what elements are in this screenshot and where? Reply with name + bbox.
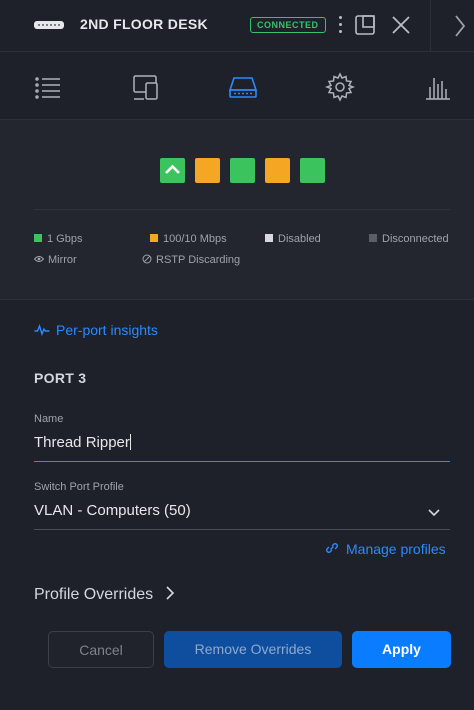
- switch-ports-icon[interactable]: [228, 72, 258, 102]
- square-icon: [265, 234, 273, 242]
- statistics-icon[interactable]: [423, 72, 453, 102]
- apply-button[interactable]: Apply: [352, 631, 451, 668]
- eye-icon: [33, 256, 45, 262]
- legend-100mbps: 100/10 Mbps: [150, 233, 227, 245]
- per-port-insights-link[interactable]: Per-port insights: [34, 322, 158, 338]
- status-badge: CONNECTED: [250, 17, 326, 33]
- square-icon: [34, 234, 42, 242]
- legend-1gbps: 1 Gbps: [34, 233, 82, 245]
- name-input[interactable]: Thread Ripper: [34, 428, 450, 462]
- link-icon: [326, 543, 338, 553]
- divider: [34, 209, 450, 210]
- gear-icon[interactable]: [324, 72, 356, 102]
- list-icon[interactable]: [33, 72, 63, 102]
- chevron-down-icon: [428, 509, 440, 517]
- profile-value: VLAN - Computers (50): [34, 502, 191, 519]
- port-5[interactable]: [300, 158, 325, 183]
- kebab-icon[interactable]: [328, 12, 354, 38]
- pulse-icon: [34, 323, 50, 337]
- port-3[interactable]: [230, 158, 255, 183]
- switch-device-icon: [34, 21, 64, 29]
- switch-port-profile-label: Switch Port Profile: [34, 481, 124, 493]
- profile-overrides-toggle[interactable]: Profile Overrides: [34, 585, 176, 604]
- legend-mirror: Mirror: [33, 254, 77, 266]
- legend-disabled: Disabled: [265, 233, 321, 245]
- name-value: Thread Ripper: [34, 434, 130, 451]
- chevron-right-icon: [455, 15, 466, 37]
- text-caret: [129, 434, 131, 450]
- ports-panel: 1 Gbps 100/10 Mbps Disabled Disconnected…: [0, 120, 474, 300]
- next-device-button[interactable]: [430, 0, 474, 52]
- port-2[interactable]: [195, 158, 220, 183]
- port-title: PORT 3: [34, 370, 87, 386]
- chevron-right-icon: [166, 586, 174, 600]
- close-icon[interactable]: [388, 12, 414, 38]
- tab-bar: [0, 52, 474, 120]
- popout-icon[interactable]: [352, 12, 378, 38]
- switch-port-profile-select[interactable]: VLAN - Computers (50): [34, 496, 450, 530]
- blocked-icon: [142, 254, 152, 264]
- square-icon: [150, 234, 158, 242]
- profile-overrides-label: Profile Overrides: [34, 586, 154, 603]
- port-4[interactable]: [265, 158, 290, 183]
- devices-icon[interactable]: [131, 72, 161, 102]
- panel-header: 2ND FLOOR DESK CONNECTED: [0, 0, 474, 52]
- chevron-up-icon: [165, 164, 180, 174]
- manage-profiles-link[interactable]: Manage profiles: [324, 541, 446, 557]
- port-1[interactable]: [160, 158, 185, 183]
- cancel-button[interactable]: Cancel: [48, 631, 154, 668]
- name-label: Name: [34, 413, 64, 425]
- device-title: 2ND FLOOR DESK: [80, 16, 208, 32]
- legend-disconnected: Disconnected: [369, 233, 449, 245]
- square-icon: [369, 234, 377, 242]
- remove-overrides-button[interactable]: Remove Overrides: [164, 631, 342, 668]
- legend-rstp: RSTP Discarding: [142, 254, 240, 266]
